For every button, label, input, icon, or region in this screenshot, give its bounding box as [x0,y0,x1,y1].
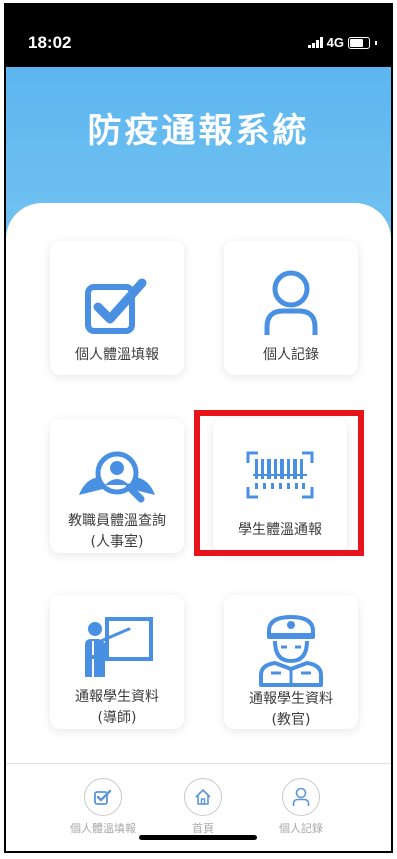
student-info-tutor-label-line1: 通報學生資料 [75,689,159,705]
barcode-scan-icon [213,449,347,501]
signal-icon [307,37,323,48]
staff-temp-query-label-line1: 教職員體溫查詢 [68,513,166,529]
student-temp-report-label: 學生體溫通報 [238,522,322,538]
personal-temp-report-card[interactable]: 個人體溫填報 [50,241,184,375]
checkbox-icon [84,778,122,816]
network-label: 4G [326,35,344,50]
home-icon [184,778,222,816]
teacher-blackboard-icon [50,615,184,681]
student-info-officer-label-line1: 通報學生資料 [249,691,333,707]
tab-personal-record-label: 個人記錄 [279,822,323,835]
student-info-officer-label-line2: (教官) [271,712,311,728]
student-info-tutor-card[interactable]: 通報學生資料 (導師) [50,595,184,729]
page-title: 防疫通報系統 [87,111,310,151]
tab-personal-temp-report[interactable]: 個人體溫填報 [53,778,153,836]
staff-temp-query-card[interactable]: 教職員體溫查詢 (人事室) [50,419,184,553]
student-info-officer-card[interactable]: 通報學生資料 (教官) [224,595,358,729]
status-bar: 18:02 4G [6,5,391,67]
student-temp-report-card[interactable]: 學生體溫通報 [213,419,347,553]
battery-icon [348,36,370,49]
personal-record-card[interactable]: 個人記錄 [224,241,358,375]
home-indicator[interactable] [139,835,257,840]
checkbox-check-icon [50,275,184,335]
personal-record-label: 個人記錄 [263,347,319,363]
tab-home[interactable]: 首頁 [153,778,253,836]
user-icon [224,267,358,337]
staff-temp-query-label-line2: (人事室) [90,534,144,550]
tab-personal-temp-report-label: 個人體溫填報 [70,822,136,835]
person-search-icon [50,449,184,503]
student-info-tutor-label-line2: (導師) [97,710,137,726]
user-icon [282,778,320,816]
tab-personal-record[interactable]: 個人記錄 [251,778,351,836]
officer-icon [224,611,358,687]
status-time: 18:02 [28,33,72,52]
personal-temp-report-label: 個人體溫填報 [75,347,159,363]
tab-home-label: 首頁 [192,822,214,835]
status-indicators: 4G [307,35,377,50]
phone-frame: 18:02 4G 防疫通報系統 個人體溫填報 個人記錄 教職員體溫查詢 (人事室… [4,3,393,853]
